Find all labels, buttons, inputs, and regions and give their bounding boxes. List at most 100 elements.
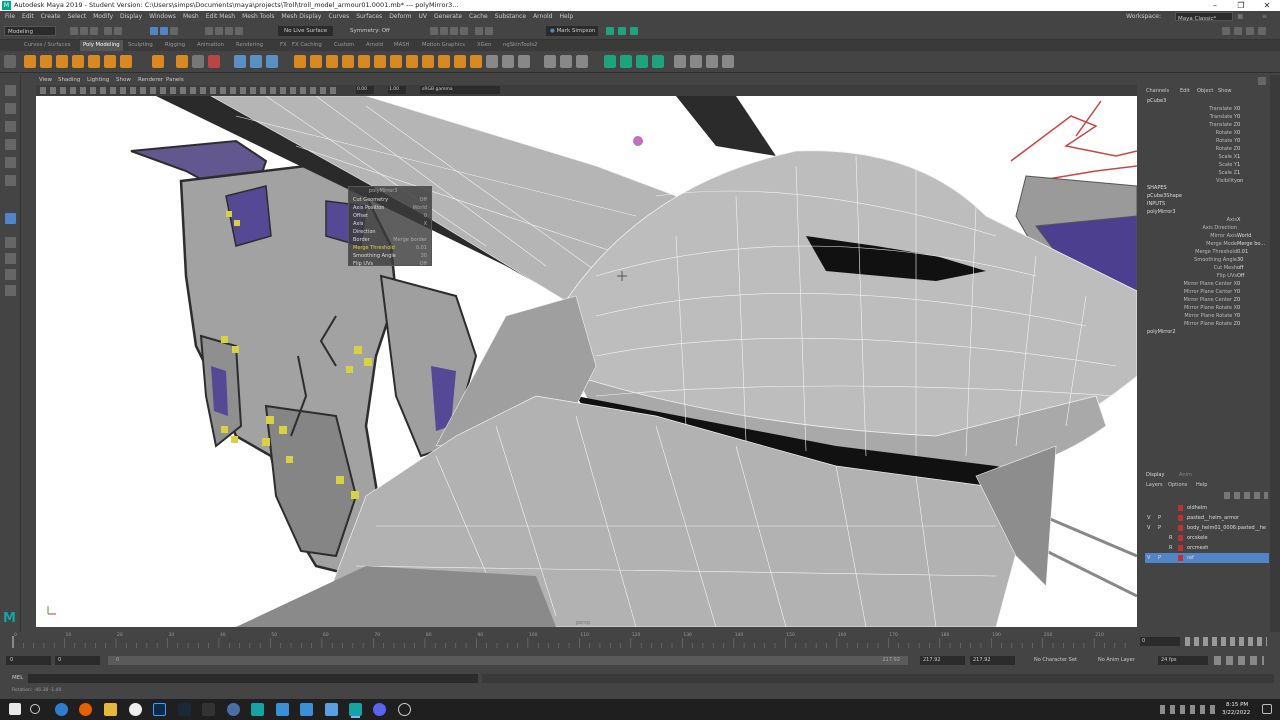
scale-tool-icon[interactable] xyxy=(5,175,16,186)
menu-help[interactable]: Help xyxy=(560,13,574,20)
side-tabs[interactable] xyxy=(1270,75,1280,635)
insert-edge-loop-icon[interactable] xyxy=(502,55,514,68)
menu-arnold[interactable]: Arnold xyxy=(533,13,552,20)
panel-menu-shading[interactable]: Shading xyxy=(58,75,80,85)
channel-box-icon[interactable] xyxy=(1258,27,1266,35)
shelf-tab-curves-surfaces[interactable]: Curves / Surfaces xyxy=(24,40,70,51)
snap-point-icon[interactable] xyxy=(225,27,233,35)
ipr-render-icon[interactable] xyxy=(606,27,614,35)
channel-flip-uvs[interactable]: Flip UVs Off xyxy=(1140,272,1270,280)
layout-icon[interactable] xyxy=(690,55,702,68)
channel-merge-mode[interactable]: Merge Mode Merge bo... xyxy=(1140,240,1270,248)
firefox-icon[interactable] xyxy=(79,703,92,716)
separate-icon[interactable] xyxy=(250,55,262,68)
open-scene-icon[interactable] xyxy=(80,27,88,35)
end-time-field[interactable]: 217.92 xyxy=(970,656,1015,665)
layer-row[interactable]: Rorcskele xyxy=(1145,533,1269,543)
shape-node[interactable]: pCube3Shape xyxy=(1140,192,1270,200)
poly-sphere-icon[interactable] xyxy=(24,55,36,68)
channel-rotate-x[interactable]: Rotate X0 xyxy=(1140,129,1270,137)
layer-menu-layers[interactable]: Layers xyxy=(1146,482,1163,488)
chrome-icon[interactable] xyxy=(55,703,68,716)
planar-mapping-icon[interactable] xyxy=(604,55,616,68)
start-time-field[interactable]: 0 xyxy=(6,656,51,665)
menu-uv[interactable]: UV xyxy=(419,13,428,20)
super-shape-icon[interactable] xyxy=(176,55,188,68)
poly-cube-icon[interactable] xyxy=(40,55,52,68)
render-sequence-icon[interactable] xyxy=(630,27,638,35)
paint-select-icon[interactable] xyxy=(5,121,16,132)
render-view-icon[interactable] xyxy=(475,27,483,35)
ipr-icon[interactable] xyxy=(440,27,448,35)
smooth-icon[interactable] xyxy=(266,55,278,68)
layer-row[interactable]: V Pbody_helm01_0006:pasted__he xyxy=(1145,523,1269,533)
search-icon[interactable] xyxy=(30,704,40,714)
range-start-field[interactable]: 0 xyxy=(55,656,100,665)
layer-playback-toggle[interactable]: P xyxy=(1158,553,1161,563)
bridge-icon[interactable] xyxy=(374,55,386,68)
playback-controls[interactable] xyxy=(1185,637,1267,646)
channel-scale-y[interactable]: Scale Y1 xyxy=(1140,161,1270,169)
clock-time[interactable]: 8:15 PM xyxy=(1226,702,1248,708)
panel-menu-panels[interactable]: Panels xyxy=(166,75,184,85)
anim-layer-dropdown[interactable]: No Anim Layer xyxy=(1098,656,1148,665)
channel-value[interactable]: 0.01 xyxy=(1237,248,1248,256)
svg-icon[interactable] xyxy=(208,55,220,68)
workspace-lock-icon[interactable]: ▦ xyxy=(1237,11,1243,22)
offset-edge-loop-icon[interactable] xyxy=(518,55,530,68)
file-explorer-icon[interactable] xyxy=(104,703,117,716)
shelf-tab-rendering[interactable]: Rendering xyxy=(236,40,263,51)
layer-visibility-toggle[interactable]: V xyxy=(1147,513,1150,523)
tab-anim-layers[interactable]: Anim xyxy=(1179,472,1192,478)
poly-cylinder-icon[interactable] xyxy=(56,55,68,68)
render-settings-icon[interactable] xyxy=(450,27,458,35)
hud-row-smoothing-angle[interactable]: Smoothing Angle 30 xyxy=(353,252,429,260)
channel-scale-x[interactable]: Scale X1 xyxy=(1140,153,1270,161)
settings-icon[interactable] xyxy=(398,703,411,716)
blender-icon[interactable] xyxy=(227,703,240,716)
unity-icon[interactable] xyxy=(202,703,215,716)
attribute-editor-icon[interactable] xyxy=(1234,27,1242,35)
channel-value[interactable]: 0 xyxy=(1237,129,1240,137)
shelf-tab-arnold[interactable]: Arnold xyxy=(366,40,383,51)
layer-row[interactable]: V Pref xyxy=(1145,553,1269,563)
panel-menu-lighting[interactable]: Lighting xyxy=(87,75,109,85)
menu-edit[interactable]: Edit xyxy=(22,13,34,20)
slide-edge-icon[interactable] xyxy=(560,55,572,68)
channel-value[interactable]: 0 xyxy=(1237,137,1240,145)
channel-object-name[interactable]: pCube3 xyxy=(1140,97,1270,105)
spherical-mapping-icon[interactable] xyxy=(652,55,664,68)
channel-value[interactable]: 1 xyxy=(1237,153,1240,161)
layer-playback-toggle[interactable]: P xyxy=(1158,523,1161,533)
input-node-2[interactable]: polyMirror2 xyxy=(1140,328,1270,336)
layer-color-swatch[interactable] xyxy=(1178,515,1183,521)
channel-value[interactable]: 0 xyxy=(1237,304,1240,312)
layer-color-swatch[interactable] xyxy=(1178,555,1183,561)
channel-value[interactable]: 0 xyxy=(1237,121,1240,129)
multicut-icon[interactable] xyxy=(454,55,466,68)
channel-mirror-plane-center-z[interactable]: Mirror Plane Center Z0 xyxy=(1140,296,1270,304)
rotate-tool-icon[interactable] xyxy=(5,157,16,168)
channel-mirror-plane-rotate-x[interactable]: Mirror Plane Rotate X0 xyxy=(1140,304,1270,312)
live-surface-field[interactable]: No Live Surface xyxy=(278,26,333,36)
channel-value[interactable]: 0 xyxy=(1237,145,1240,153)
shelf-tab-sculpting[interactable]: Sculpting xyxy=(128,40,153,51)
channel-translate-z[interactable]: Translate Z0 xyxy=(1140,121,1270,129)
hud-row-offset[interactable]: Offset 0 xyxy=(353,212,429,220)
modeling-toolkit-icon[interactable] xyxy=(1222,27,1230,35)
menu-substance[interactable]: Substance xyxy=(495,13,526,20)
layer-reference-toggle[interactable]: R xyxy=(1169,533,1172,543)
hypershade-icon[interactable] xyxy=(460,27,468,35)
layer-menu-options[interactable]: Options xyxy=(1168,482,1187,488)
range-bar[interactable]: 0 217.92 xyxy=(108,656,908,665)
single-perspective-layout-icon[interactable] xyxy=(5,213,16,224)
shelf-tab-poly-modeling[interactable]: Poly Modeling xyxy=(80,40,123,51)
menu-windows[interactable]: Windows xyxy=(149,13,176,20)
range-end-field[interactable]: 217.92 xyxy=(920,656,965,665)
layer-visibility-toggle[interactable]: V xyxy=(1147,523,1150,533)
lasso-tool-icon[interactable] xyxy=(5,103,16,114)
layer-reference-toggle[interactable]: R xyxy=(1169,543,1172,553)
poly-cone-icon[interactable] xyxy=(72,55,84,68)
channel-menu-channels[interactable]: Channels xyxy=(1146,87,1169,96)
channel-value[interactable]: 0 xyxy=(1237,113,1240,121)
